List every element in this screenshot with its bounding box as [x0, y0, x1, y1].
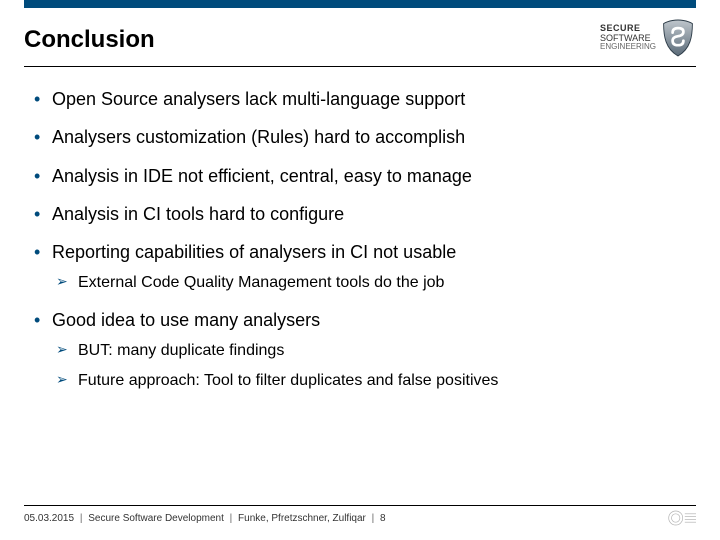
footer-authors: Funke, Pfretzschner, Zulfiqar — [238, 513, 366, 524]
slide-body: Open Source analysers lack multi-languag… — [30, 87, 690, 392]
shield-s-icon — [660, 18, 696, 58]
bullet-text: Good idea to use many analysers — [52, 310, 320, 330]
bullet-item: Analysis in CI tools hard to configure — [30, 202, 690, 226]
bullet-list: Open Source analysers lack multi-languag… — [30, 87, 690, 392]
bullet-text: Reporting capabilities of analysers in C… — [52, 242, 456, 262]
sub-bullet-item: Future approach: Tool to filter duplicat… — [52, 370, 690, 392]
sub-bullet-item: External Code Quality Management tools d… — [52, 272, 690, 294]
brand-logo-text: SECURE SOFTWARE ENGINEERING — [600, 24, 656, 53]
slide-footer: 05.03.2015 | Secure Software Development… — [24, 508, 696, 528]
sub-bullet-list: BUT: many duplicate findings Future appro… — [52, 340, 690, 391]
footer-date: 05.03.2015 — [24, 513, 74, 524]
bullet-text: Open Source analysers lack multi-languag… — [52, 89, 465, 109]
bullet-item: Open Source analysers lack multi-languag… — [30, 87, 690, 111]
slide-title: Conclusion — [24, 18, 155, 54]
sub-bullet-item: BUT: many duplicate findings — [52, 340, 690, 362]
footer-sep: | — [230, 513, 233, 524]
bullet-text: Analysers customization (Rules) hard to … — [52, 127, 465, 147]
bullet-item: Analysers customization (Rules) hard to … — [30, 125, 690, 149]
bullet-item: Reporting capabilities of analysers in C… — [30, 240, 690, 294]
bullet-item: Analysis in IDE not efficient, central, … — [30, 164, 690, 188]
footer-page: 8 — [380, 513, 386, 524]
university-seal-icon — [668, 508, 696, 528]
slide-header: Conclusion SECURE SOFTWARE ENGINEERING — [24, 18, 696, 67]
logo-line3: ENGINEERING — [600, 43, 656, 52]
footer-course: Secure Software Development — [88, 513, 224, 524]
bullet-text: Analysis in IDE not efficient, central, … — [52, 166, 472, 186]
footer-sep: | — [372, 513, 375, 524]
bullet-item: Good idea to use many analysers BUT: many… — [30, 308, 690, 391]
sub-bullet-list: External Code Quality Management tools d… — [52, 272, 690, 294]
footer-text: 05.03.2015 | Secure Software Development… — [24, 513, 386, 524]
footer-sep: | — [80, 513, 83, 524]
bullet-text: Analysis in CI tools hard to configure — [52, 204, 344, 224]
accent-bar — [24, 0, 696, 8]
footer-divider — [24, 505, 696, 506]
brand-logo: SECURE SOFTWARE ENGINEERING — [600, 18, 696, 58]
